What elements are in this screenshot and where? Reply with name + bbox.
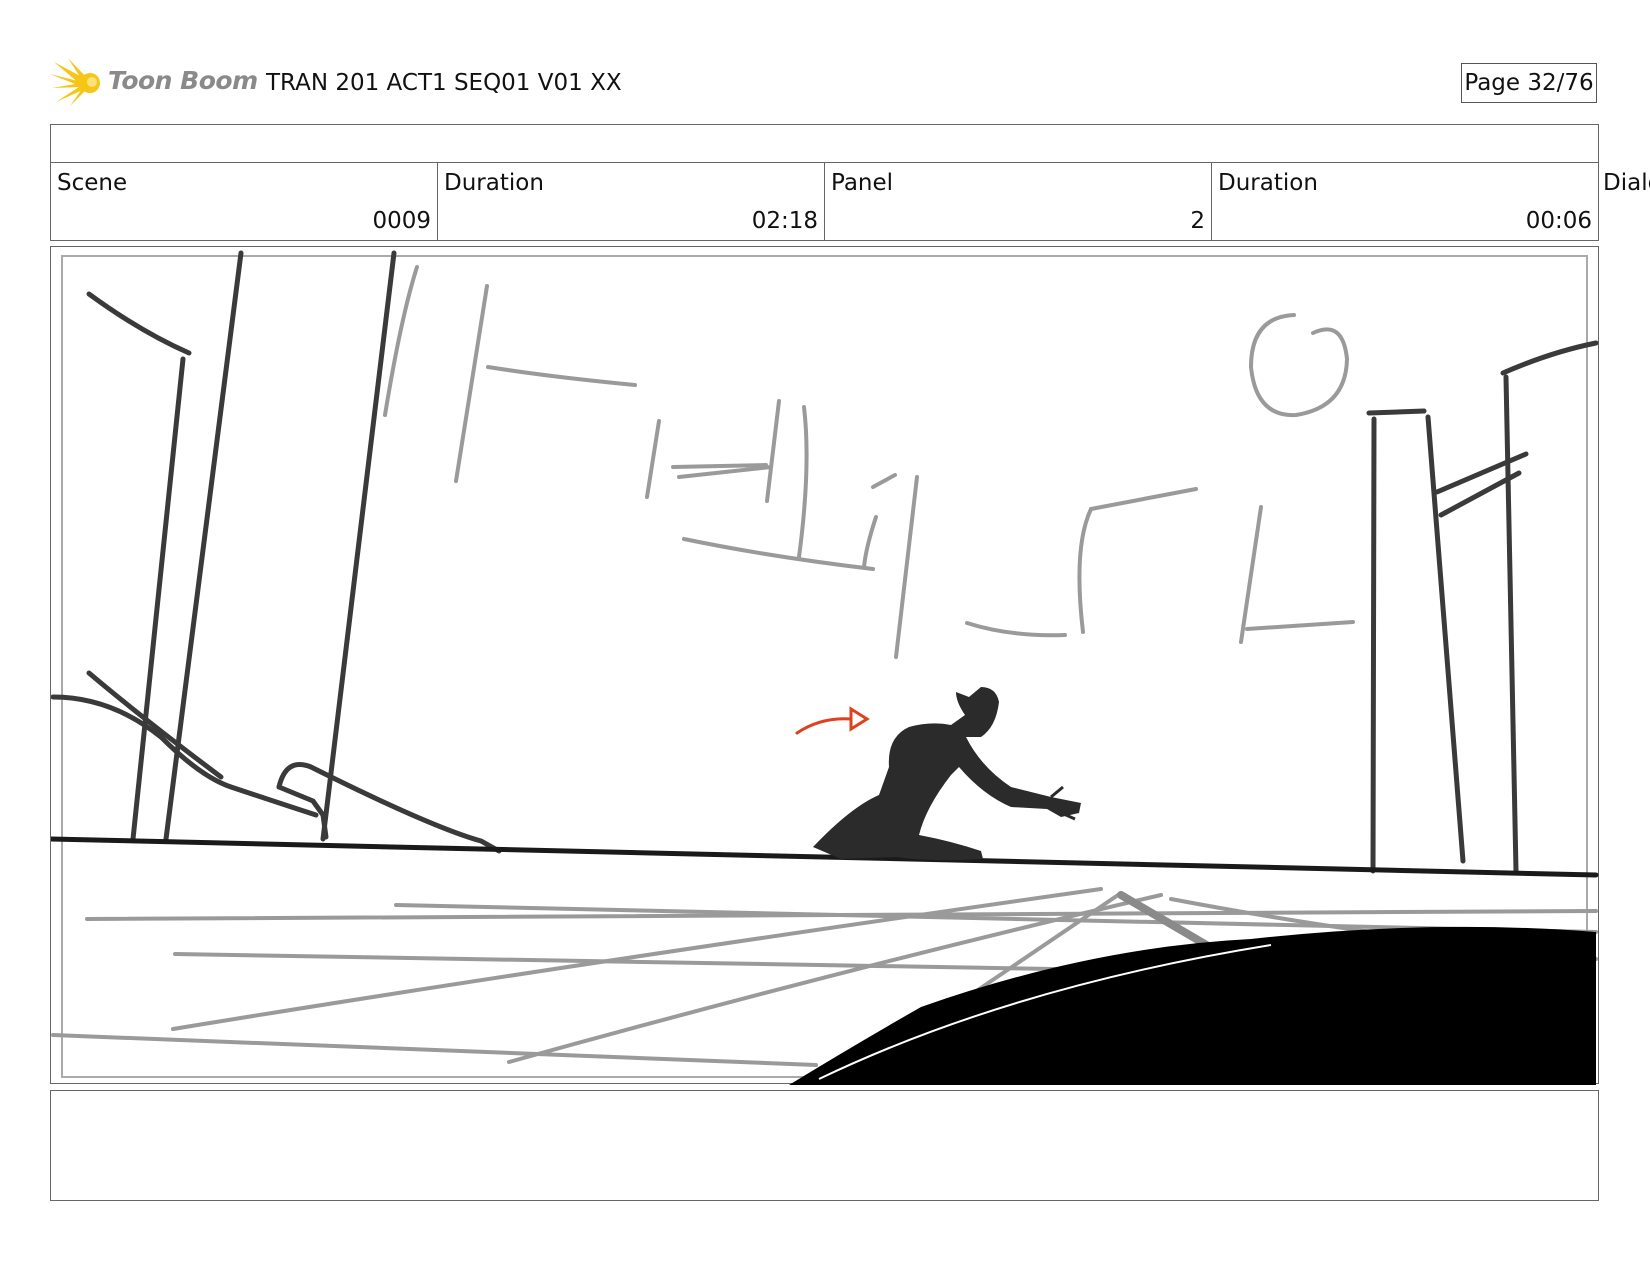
dialog-label: Dialog — [1603, 170, 1650, 196]
title-strip — [50, 124, 1599, 163]
panel-label: Panel — [831, 170, 894, 196]
starburst-logo-icon — [50, 58, 100, 106]
figure-silhouette — [813, 687, 1081, 861]
panel-duration-cell: Duration 00:06 — [1212, 162, 1599, 241]
toon-boom-logo: Toon Boom — [50, 56, 258, 108]
page-indicator: Page 32/76 — [1461, 63, 1597, 103]
panel-cell: Panel 2 — [825, 162, 1212, 241]
scene-cell: Scene 0009 — [50, 162, 438, 241]
panel-duration-value: 00:06 — [1525, 208, 1592, 234]
panel-value: 2 — [1190, 208, 1205, 234]
foreground-shape — [789, 926, 1596, 1085]
storyboard-panel — [50, 246, 1599, 1085]
panel-duration-label: Duration — [1218, 170, 1318, 196]
page-header: Toon Boom TRAN 201 ACT1 SEQ01 V01 XX Pag… — [50, 56, 1600, 108]
scene-duration-value: 02:18 — [751, 208, 818, 234]
panel-drawing — [51, 250, 1599, 1085]
scene-duration-label: Duration — [444, 170, 544, 196]
notes-box — [50, 1090, 1599, 1201]
info-row: Scene 0009 Duration 02:18 Panel 2 Durati… — [50, 162, 1599, 241]
arrow-right-icon — [795, 706, 870, 735]
scene-duration-cell: Duration 02:18 — [438, 162, 825, 241]
logo-text: Toon Boom — [108, 66, 258, 95]
scene-value: 0009 — [372, 208, 431, 234]
scene-label: Scene — [57, 170, 128, 196]
document-title: TRAN 201 ACT1 SEQ01 V01 XX — [266, 70, 622, 96]
